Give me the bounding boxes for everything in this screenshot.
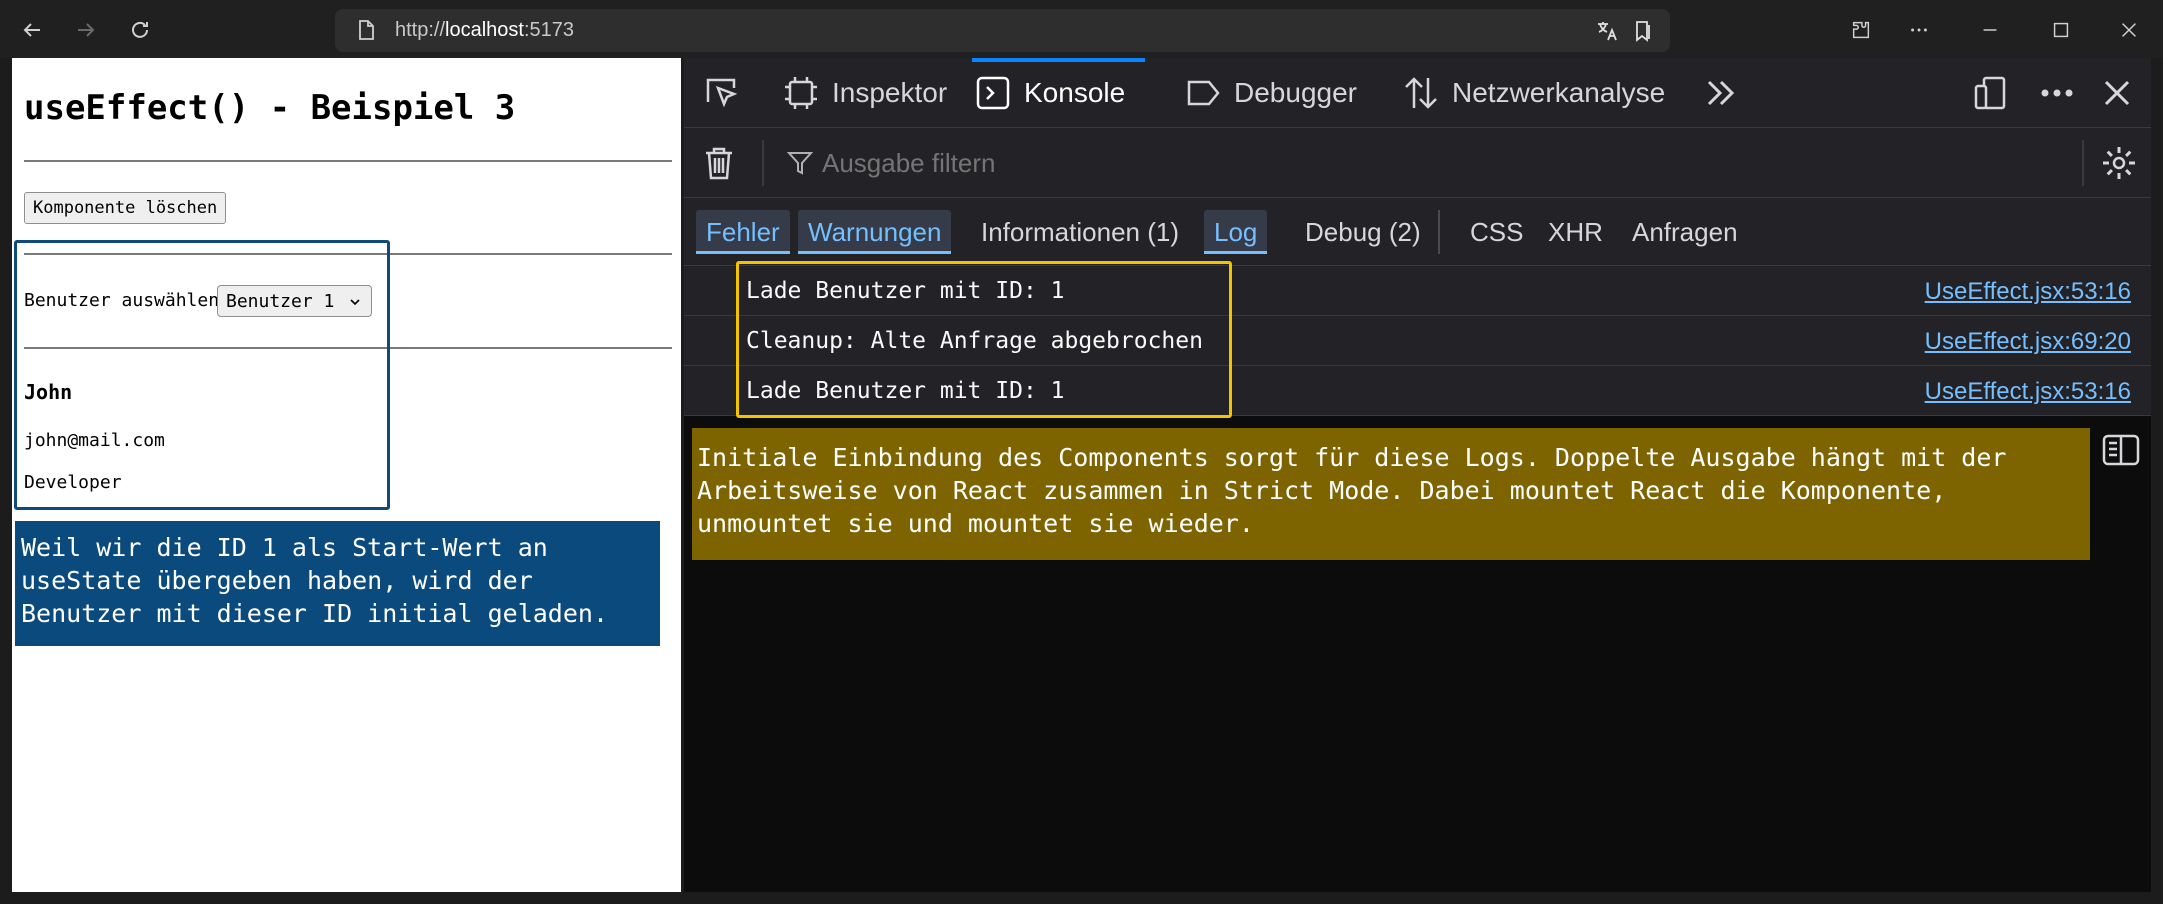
close-icon bbox=[2122, 23, 2136, 37]
page-viewport: useEffect() - Beispiel 3 Komponente lösc… bbox=[12, 58, 681, 892]
annotation-note: Initiale Einbindung des Components sorgt… bbox=[692, 428, 2090, 560]
filter-info-label: Informationen (1) bbox=[981, 216, 1179, 247]
filter-funnel-icon bbox=[786, 152, 814, 175]
reload-button[interactable] bbox=[120, 10, 160, 50]
tab-console-label: Konsole bbox=[1024, 77, 1126, 108]
tab-inspector[interactable]: Inspektor bbox=[782, 58, 947, 128]
console-level-filters: Fehler Warnungen Informationen (1) Log D… bbox=[684, 198, 2151, 266]
filter-xhr[interactable]: XHR bbox=[1538, 210, 1613, 254]
devtools-panel: Inspektor Konsole Debugger Netzwerkanaly… bbox=[684, 58, 2151, 892]
annotation-note: Weil wir die ID 1 als Start-Wert an useS… bbox=[15, 521, 660, 646]
network-arrows-icon bbox=[1405, 77, 1437, 109]
filter-errors-label: Fehler bbox=[706, 216, 780, 247]
url-text: http://localhost:5173 bbox=[395, 19, 574, 42]
devtools-menu-icon[interactable] bbox=[2038, 74, 2076, 112]
filter-css-label: CSS bbox=[1470, 216, 1524, 247]
filter-requests[interactable]: Anfragen bbox=[1622, 210, 1748, 254]
annotation-highlight-box bbox=[14, 240, 390, 510]
url-host: localhost bbox=[445, 19, 524, 41]
back-button[interactable] bbox=[12, 10, 52, 50]
filter-warnings-label: Warnungen bbox=[808, 216, 942, 247]
filter-debug[interactable]: Debug (2) bbox=[1295, 210, 1431, 254]
inspector-icon bbox=[785, 77, 817, 109]
debugger-icon bbox=[1187, 80, 1220, 106]
close-devtools-icon[interactable] bbox=[2098, 74, 2136, 112]
tab-inspector-label: Inspektor bbox=[832, 77, 948, 108]
console-filter-input[interactable] bbox=[822, 142, 2022, 184]
more-horizontal-icon bbox=[1911, 28, 1927, 32]
forward-arrow-icon bbox=[78, 23, 95, 37]
maximize-button[interactable] bbox=[2043, 12, 2079, 48]
filter-warnings[interactable]: Warnungen bbox=[798, 210, 952, 254]
back-arrow-icon bbox=[23, 23, 40, 37]
log-source-link[interactable]: UseEffect.jsx:53:16 bbox=[1925, 278, 2131, 306]
filter-info[interactable]: Informationen (1) bbox=[971, 210, 1189, 254]
forward-button[interactable] bbox=[66, 10, 106, 50]
filter-debug-label: Debug (2) bbox=[1305, 216, 1421, 247]
puzzle-icon bbox=[1852, 21, 1870, 39]
url-scheme: http:// bbox=[395, 19, 446, 41]
browser-titlebar: http://localhost:5173 bbox=[0, 0, 2163, 58]
annotation-highlight-box bbox=[736, 261, 1232, 418]
extensions-button[interactable] bbox=[1843, 12, 1879, 48]
filter-css[interactable]: CSS bbox=[1460, 210, 1533, 254]
sidebar-toggle-icon[interactable] bbox=[2101, 430, 2141, 470]
more-menu-button[interactable] bbox=[1901, 12, 1937, 48]
close-window-button[interactable] bbox=[2111, 12, 2147, 48]
filter-requests-label: Anfragen bbox=[1632, 216, 1738, 247]
devtools-toolbar: Inspektor Konsole Debugger Netzwerkanaly… bbox=[684, 58, 2151, 128]
responsive-design-icon[interactable] bbox=[1972, 74, 2010, 112]
favorites-icon[interactable] bbox=[1631, 19, 1655, 43]
translate-icon[interactable] bbox=[1595, 19, 1619, 43]
separator bbox=[762, 140, 764, 186]
filter-xhr-label: XHR bbox=[1548, 216, 1603, 247]
log-source-link[interactable]: UseEffect.jsx:69:20 bbox=[1925, 328, 2131, 356]
filter-errors[interactable]: Fehler bbox=[696, 210, 790, 254]
page-info-icon[interactable] bbox=[355, 19, 377, 41]
tab-debugger-label: Debugger bbox=[1234, 77, 1357, 108]
tab-console[interactable]: Konsole bbox=[972, 58, 1146, 128]
maximize-icon bbox=[2053, 22, 2069, 38]
divider bbox=[24, 160, 672, 162]
reload-icon bbox=[132, 21, 148, 38]
console-icon bbox=[976, 76, 1010, 110]
address-bar[interactable]: http://localhost:5173 bbox=[335, 9, 1670, 52]
tab-debugger[interactable]: Debugger bbox=[1184, 58, 1357, 128]
more-tabs-chevron-icon[interactable] bbox=[1702, 74, 1740, 112]
gear-icon[interactable] bbox=[2100, 144, 2138, 182]
delete-component-button[interactable]: Komponente löschen bbox=[24, 192, 227, 224]
separator bbox=[2082, 140, 2084, 186]
log-source-link[interactable]: UseEffect.jsx:53:16 bbox=[1925, 378, 2131, 406]
console-filter-bar bbox=[684, 128, 2151, 198]
tab-network[interactable]: Netzwerkanalyse bbox=[1402, 58, 1665, 128]
element-picker-icon[interactable] bbox=[702, 74, 740, 112]
filter-log-label: Log bbox=[1214, 216, 1258, 247]
minimize-button[interactable] bbox=[1972, 12, 2008, 48]
url-port: :5173 bbox=[523, 19, 575, 41]
trash-icon[interactable] bbox=[700, 144, 738, 182]
tab-network-label: Netzwerkanalyse bbox=[1452, 77, 1666, 108]
separator bbox=[1438, 210, 1440, 254]
filter-log[interactable]: Log bbox=[1204, 210, 1268, 254]
minimize-icon bbox=[1983, 29, 1997, 31]
page-title: useEffect() - Beispiel 3 bbox=[24, 88, 516, 128]
